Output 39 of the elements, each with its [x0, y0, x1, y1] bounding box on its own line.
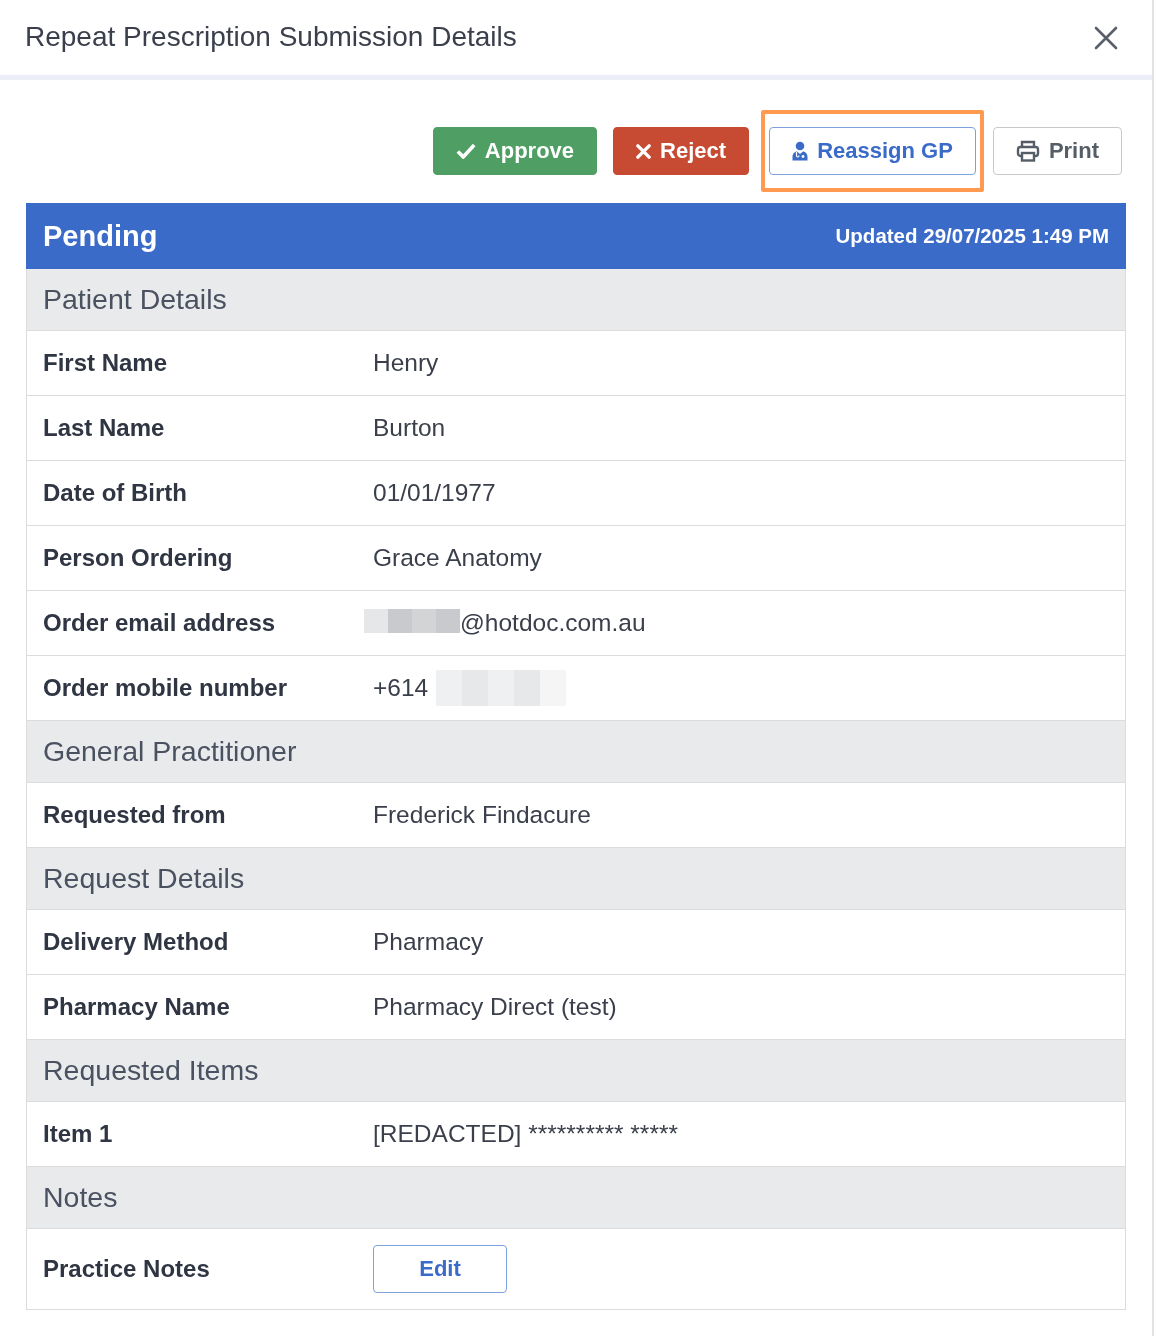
- section-title: General Practitioner: [43, 735, 297, 768]
- dialog-title: Repeat Prescription Submission Details: [25, 20, 517, 54]
- section-title: Patient Details: [43, 283, 227, 316]
- reassign-button[interactable]: Reassign GP: [769, 127, 976, 175]
- field-label: Order email address: [43, 609, 276, 636]
- field-value: [REDACTED] ********** *****: [373, 1120, 678, 1148]
- field-label: Practice Notes: [43, 1255, 210, 1282]
- field-label: Item 1: [43, 1120, 113, 1147]
- field-label: First Name: [43, 349, 168, 376]
- print-button[interactable]: Print: [992, 127, 1122, 175]
- check-icon: [455, 143, 476, 159]
- field-value: Henry: [373, 349, 439, 377]
- field-value: Frederick Findacure: [373, 801, 591, 829]
- status-label: Pending: [43, 219, 158, 253]
- reject-button[interactable]: Reject: [613, 127, 750, 175]
- field-value: +614: [373, 674, 429, 702]
- field-value: @hotdoc.com.au: [460, 609, 646, 637]
- field-label: Requested from: [43, 801, 226, 828]
- field-label: Last Name: [43, 414, 165, 441]
- updated-timestamp: Updated 29/07/2025 1:49 PM: [835, 224, 1109, 248]
- field-label: Pharmacy Name: [43, 993, 230, 1020]
- field-label: Date of Birth: [43, 479, 187, 506]
- field-value: 01/01/1977: [373, 479, 496, 507]
- section-title: Request Details: [43, 862, 245, 895]
- field-value: Grace Anatomy: [373, 544, 542, 572]
- edit-button[interactable]: Edit: [373, 1245, 507, 1293]
- field-label: Delivery Method: [43, 928, 229, 955]
- close-icon[interactable]: [1094, 25, 1118, 50]
- field-value: Pharmacy Direct (test): [373, 993, 617, 1021]
- field-value: Burton: [373, 414, 446, 442]
- section-title: Requested Items: [43, 1054, 259, 1087]
- section-title: Notes: [43, 1181, 118, 1214]
- x-icon: [636, 143, 652, 159]
- field-label: Person Ordering: [43, 544, 233, 571]
- printer-icon: [1015, 140, 1040, 162]
- approve-button[interactable]: Approve: [432, 127, 598, 175]
- doctor-icon: [792, 141, 809, 161]
- field-label: Order mobile number: [43, 674, 288, 701]
- field-value: Pharmacy: [373, 928, 484, 956]
